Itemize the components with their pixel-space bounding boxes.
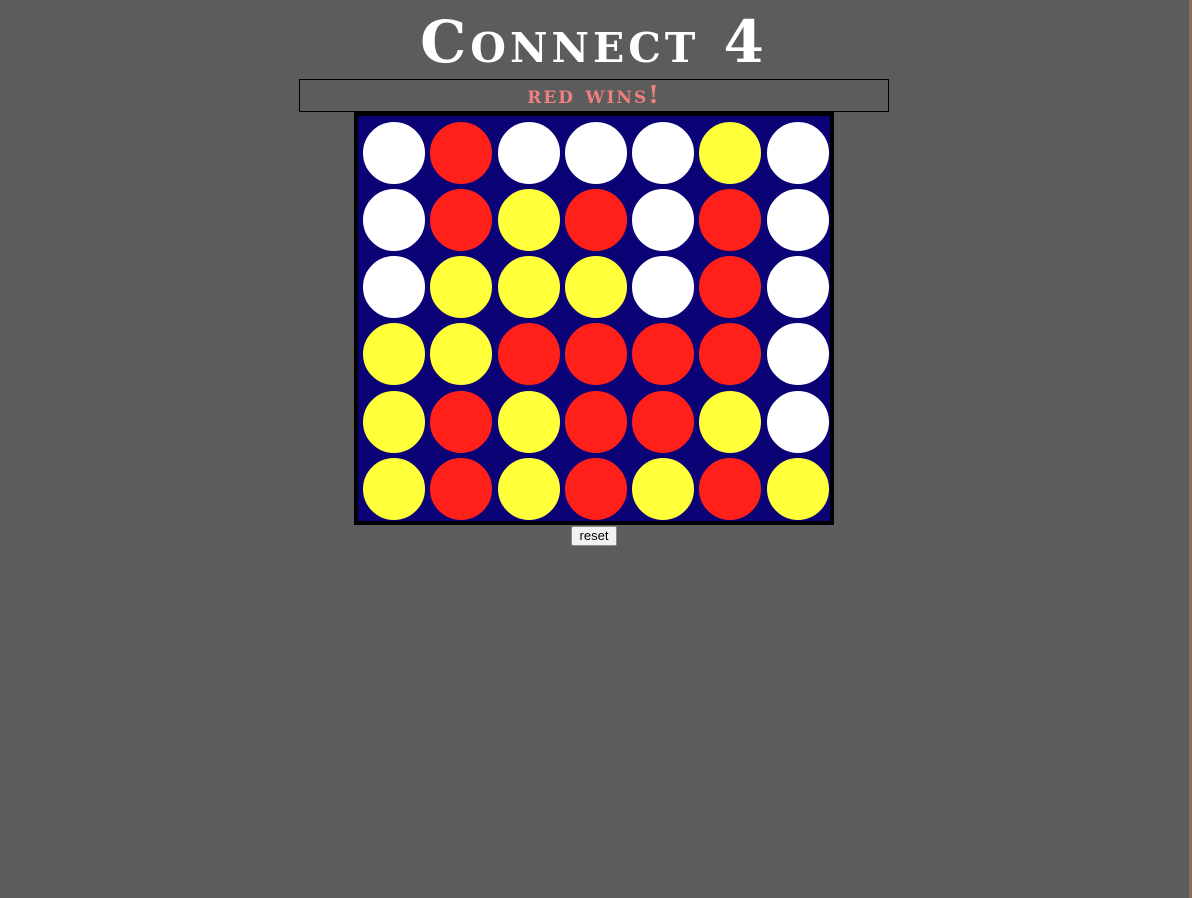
game-status: red wins!	[299, 79, 889, 112]
board-row	[362, 322, 830, 386]
red-disc[interactable]	[563, 390, 628, 454]
game-title: Connect 4	[420, 8, 768, 76]
empty-slot[interactable]	[765, 188, 830, 252]
game-page: Connect 4 red wins! reset	[0, 0, 1192, 898]
empty-slot[interactable]	[765, 322, 830, 386]
empty-slot[interactable]	[765, 121, 830, 185]
empty-slot[interactable]	[631, 121, 696, 185]
empty-slot[interactable]	[631, 255, 696, 319]
yellow-disc[interactable]	[496, 390, 561, 454]
red-disc[interactable]	[496, 322, 561, 386]
red-disc[interactable]	[563, 188, 628, 252]
board-row	[362, 457, 830, 521]
yellow-disc[interactable]	[563, 255, 628, 319]
empty-slot[interactable]	[765, 255, 830, 319]
yellow-disc[interactable]	[362, 322, 426, 386]
yellow-disc[interactable]	[496, 188, 561, 252]
red-disc[interactable]	[429, 188, 494, 252]
red-disc[interactable]	[698, 255, 763, 319]
yellow-disc[interactable]	[496, 255, 561, 319]
red-disc[interactable]	[429, 457, 494, 521]
yellow-disc[interactable]	[429, 322, 494, 386]
yellow-disc[interactable]	[362, 390, 426, 454]
board-row	[362, 390, 830, 454]
yellow-disc[interactable]	[362, 457, 426, 521]
red-disc[interactable]	[429, 121, 494, 185]
red-disc[interactable]	[698, 457, 763, 521]
yellow-disc[interactable]	[496, 457, 561, 521]
empty-slot[interactable]	[631, 188, 696, 252]
yellow-disc[interactable]	[698, 121, 763, 185]
red-disc[interactable]	[563, 322, 628, 386]
red-disc[interactable]	[698, 188, 763, 252]
yellow-disc[interactable]	[765, 457, 830, 521]
empty-slot[interactable]	[362, 255, 426, 319]
game-board	[354, 112, 834, 525]
empty-slot[interactable]	[563, 121, 628, 185]
red-disc[interactable]	[429, 390, 494, 454]
red-disc[interactable]	[631, 390, 696, 454]
empty-slot[interactable]	[765, 390, 830, 454]
yellow-disc[interactable]	[429, 255, 494, 319]
red-disc[interactable]	[698, 322, 763, 386]
reset-button[interactable]: reset	[571, 526, 617, 546]
red-disc[interactable]	[563, 457, 628, 521]
empty-slot[interactable]	[362, 121, 426, 185]
board-row	[362, 255, 830, 319]
board-row	[362, 188, 830, 252]
red-disc[interactable]	[631, 322, 696, 386]
yellow-disc[interactable]	[698, 390, 763, 454]
board-row	[362, 121, 830, 185]
empty-slot[interactable]	[496, 121, 561, 185]
yellow-disc[interactable]	[631, 457, 696, 521]
empty-slot[interactable]	[362, 188, 426, 252]
